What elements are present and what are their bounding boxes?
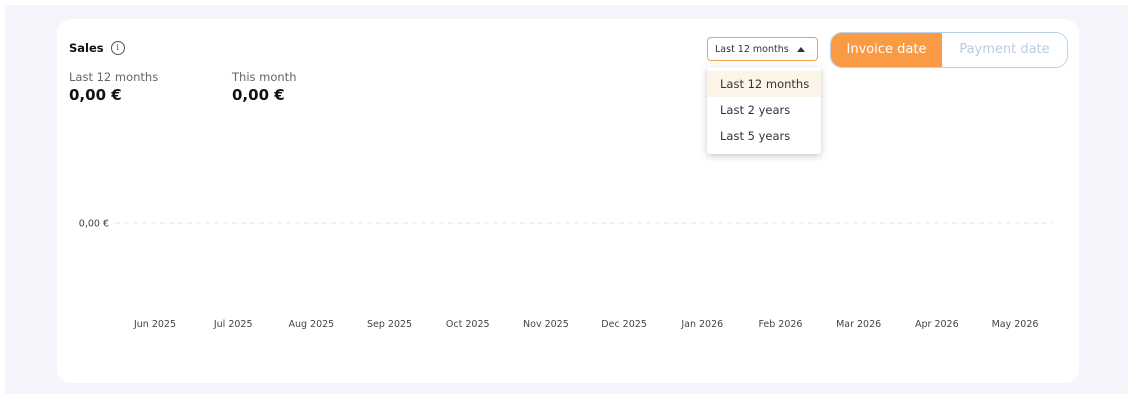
x-tick-label: Jul 2025 xyxy=(213,319,253,330)
x-tick-label: Oct 2025 xyxy=(446,319,490,330)
x-tick-label: Feb 2026 xyxy=(758,319,802,330)
x-tick-label: Nov 2025 xyxy=(523,319,569,330)
x-axis-ticks: Jun 2025 Jul 2025 Aug 2025 Sep 2025 Oct 2025… xyxy=(133,319,1038,330)
x-tick-label: May 2026 xyxy=(992,319,1039,330)
period-option-last-2-years[interactable]: Last 2 years xyxy=(707,97,821,123)
x-tick-label: Jan 2026 xyxy=(680,319,723,330)
x-tick-label: Apr 2026 xyxy=(915,319,959,330)
period-option-last-12-months[interactable]: Last 12 months xyxy=(707,71,821,97)
x-tick-label: Aug 2025 xyxy=(288,319,334,330)
x-tick-label: Sep 2025 xyxy=(367,319,412,330)
sales-chart: 0,00 € Jun 2025 Jul 2025 Aug 2025 Sep 2025 O… xyxy=(79,219,1053,330)
page-background: Sales i Last 12 months 0,00 € This month… xyxy=(5,5,1128,394)
sales-card: Sales i Last 12 months 0,00 € This month… xyxy=(57,19,1079,383)
period-dropdown-menu: Last 12 months Last 2 years Last 5 years xyxy=(707,67,821,154)
period-option-last-5-years[interactable]: Last 5 years xyxy=(707,123,821,149)
x-tick-label: Mar 2026 xyxy=(836,319,881,330)
x-tick-label: Jun 2025 xyxy=(133,319,176,330)
y-tick-label: 0,00 € xyxy=(79,219,109,230)
x-tick-label: Dec 2025 xyxy=(601,319,647,330)
